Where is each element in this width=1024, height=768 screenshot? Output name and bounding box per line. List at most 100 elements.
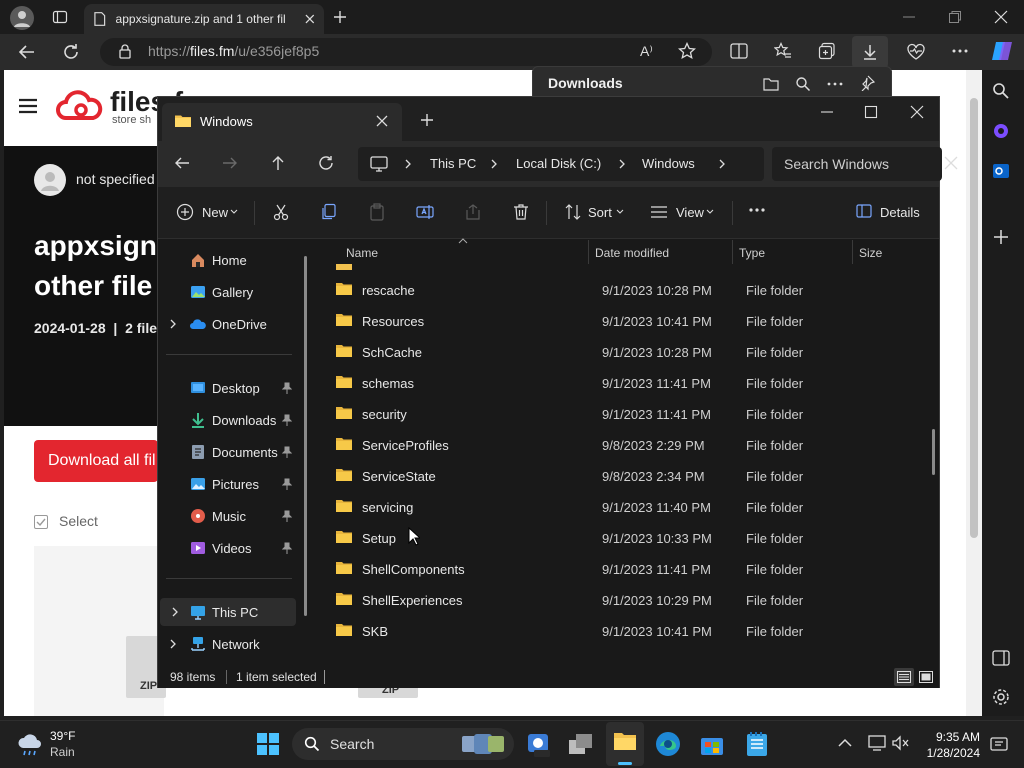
breadcrumb-windows[interactable]: Windows	[642, 156, 695, 171]
details-view-toggle[interactable]	[894, 668, 914, 686]
explorer-tab-windows[interactable]: Windows	[162, 103, 402, 141]
favorites-icon[interactable]	[774, 42, 792, 60]
volume-muted-icon[interactable]	[892, 735, 910, 751]
sidebar-hide-icon[interactable]	[992, 650, 1010, 666]
column-header-date[interactable]: Date modified	[595, 246, 669, 260]
split-screen-icon[interactable]	[730, 43, 748, 59]
tab-actions-icon[interactable]	[52, 9, 68, 25]
nav-item-desktop[interactable]: Desktop	[158, 374, 296, 402]
close-browser-icon[interactable]	[994, 10, 1008, 24]
new-explorer-tab-icon[interactable]	[420, 113, 434, 127]
hamburger-menu-icon[interactable]	[18, 98, 38, 114]
nav-scrollbar[interactable]	[304, 256, 307, 616]
column-header-name[interactable]: Name	[346, 246, 378, 260]
taskbar-preview-app-icon[interactable]	[526, 730, 552, 758]
clock-date[interactable]: 1/28/2024	[920, 746, 980, 760]
select-all-checkbox[interactable]	[34, 515, 48, 529]
network-status-icon[interactable]	[868, 735, 886, 751]
performance-heart-icon[interactable]	[906, 43, 926, 61]
search-input[interactable]: Search Windows	[772, 147, 942, 181]
column-header-type[interactable]: Type	[739, 246, 765, 260]
taskbar-search-box[interactable]: Search	[292, 728, 514, 760]
close-tab-icon[interactable]	[376, 115, 388, 127]
delete-icon[interactable]	[512, 203, 530, 221]
sidebar-settings-icon[interactable]	[992, 688, 1010, 706]
sidebar-copilot-icon[interactable]	[992, 122, 1010, 140]
chevron-right-icon[interactable]	[490, 159, 498, 169]
downloads-button[interactable]	[852, 36, 888, 68]
file-row[interactable]: rescache 9/1/2023 10:28 PM File folder	[326, 275, 926, 305]
chevron-right-icon[interactable]	[618, 159, 626, 169]
favorite-star-icon[interactable]	[678, 42, 696, 60]
file-row[interactable]: SKB 9/1/2023 10:41 PM File folder	[326, 616, 926, 646]
new-tab-icon[interactable]	[332, 9, 348, 25]
close-search-icon[interactable]	[944, 156, 958, 170]
file-list-scrollbar[interactable]	[932, 429, 935, 475]
collections-icon[interactable]	[818, 42, 836, 60]
show-hidden-icons-chevron-up-icon[interactable]	[838, 738, 852, 748]
file-row[interactable]: Resources 9/1/2023 10:41 PM File folder	[326, 306, 926, 336]
close-window-icon[interactable]	[910, 105, 924, 119]
nav-item-gallery[interactable]: Gallery	[158, 278, 296, 306]
file-row[interactable]: SchCache 9/1/2023 10:28 PM File folder	[326, 337, 926, 367]
paste-icon[interactable]	[368, 203, 386, 221]
file-row[interactable]: ShellExperiences 9/1/2023 10:29 PM File fo…	[326, 585, 926, 615]
filesfm-logo-icon[interactable]	[56, 90, 106, 124]
column-divider[interactable]	[588, 240, 589, 264]
nav-item-pictures[interactable]: Pictures	[158, 470, 296, 498]
rename-icon[interactable]	[416, 203, 434, 221]
close-tab-icon[interactable]	[304, 13, 316, 25]
downloads-more-icon[interactable]	[827, 77, 843, 91]
copilot-icon[interactable]	[990, 40, 1014, 62]
file-row[interactable]: ServiceState 9/8/2023 2:34 PM File folder	[326, 461, 926, 491]
file-row[interactable]: schemas 9/1/2023 11:41 PM File folder	[326, 368, 926, 398]
nav-item-onedrive[interactable]: OneDrive	[158, 310, 296, 338]
weather-icon[interactable]	[16, 731, 44, 757]
lock-icon[interactable]	[118, 43, 132, 59]
refresh-icon[interactable]	[62, 43, 80, 61]
pin-icon[interactable]	[282, 478, 292, 490]
pin-icon[interactable]	[282, 542, 292, 554]
column-header-size[interactable]: Size	[859, 246, 882, 260]
nav-item-downloads[interactable]: Downloads	[158, 406, 296, 434]
chevron-right-icon[interactable]	[404, 159, 412, 169]
sidebar-search-icon[interactable]	[992, 82, 1010, 100]
file-row[interactable]: ServiceProfiles 9/8/2023 2:29 PM File fold…	[326, 430, 926, 460]
profile-avatar[interactable]	[10, 6, 34, 30]
file-row[interactable]: servicing 9/1/2023 11:40 PM File folder	[326, 492, 926, 522]
breadcrumb-local-disk[interactable]: Local Disk (C:)	[516, 156, 601, 171]
tiles-view-toggle[interactable]	[916, 668, 936, 686]
notepad-icon[interactable]	[746, 730, 768, 758]
search-downloads-icon[interactable]	[795, 76, 811, 92]
clock-time[interactable]: 9:35 AM	[934, 730, 980, 744]
microsoft-store-icon[interactable]	[700, 732, 724, 756]
pin-downloads-icon[interactable]	[859, 75, 875, 91]
settings-more-icon[interactable]	[952, 43, 968, 59]
page-scroll-thumb[interactable]	[970, 98, 978, 538]
start-windows-icon[interactable]	[256, 732, 280, 756]
pin-icon[interactable]	[282, 382, 292, 394]
nav-item-music[interactable]: Music	[158, 502, 296, 530]
minimize-icon[interactable]	[820, 105, 834, 119]
browser-tab-active[interactable]: appxsignature.zip and 1 other fil	[84, 4, 324, 34]
pin-icon[interactable]	[282, 510, 292, 522]
chevron-right-icon[interactable]	[168, 639, 178, 649]
nav-item-network[interactable]: Network	[158, 630, 296, 658]
download-all-button[interactable]: Download all fil	[34, 440, 158, 482]
breadcrumb[interactable]: This PC Local Disk (C:) Windows	[358, 147, 764, 181]
back-icon[interactable]	[18, 43, 36, 61]
column-divider[interactable]	[732, 240, 733, 264]
share-icon[interactable]	[464, 203, 482, 221]
sidebar-add-icon[interactable]	[992, 228, 1010, 246]
open-folder-icon[interactable]	[763, 77, 779, 91]
pin-icon[interactable]	[282, 414, 292, 426]
column-divider[interactable]	[852, 240, 853, 264]
read-aloud-icon[interactable]: A⁾	[640, 43, 653, 60]
copy-icon[interactable]	[320, 203, 338, 221]
nav-item-documents[interactable]: Documents	[158, 438, 296, 466]
chevron-right-icon[interactable]	[170, 607, 180, 617]
edge-browser-icon[interactable]	[654, 730, 682, 758]
forward-icon[interactable]	[222, 155, 238, 171]
page-scrollbar[interactable]	[966, 70, 982, 716]
url-text[interactable]: https://files.fm/u/e356jef8p5	[148, 43, 319, 59]
